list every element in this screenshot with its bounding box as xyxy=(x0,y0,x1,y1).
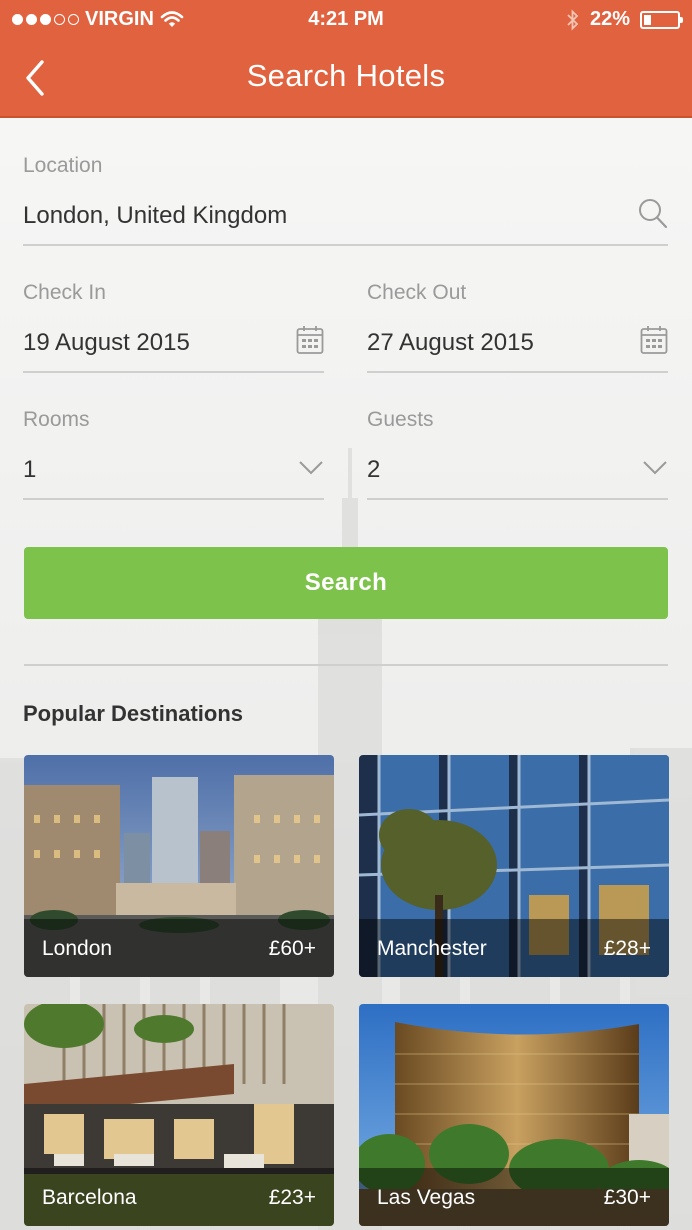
location-underline xyxy=(23,244,668,246)
status-bar: VIRGIN 4:21 PM 22% xyxy=(0,0,692,40)
calendar-icon[interactable] xyxy=(296,325,324,360)
destination-card-barcelona[interactable]: Barcelona £23+ xyxy=(24,1004,334,1226)
destination-price: £23+ xyxy=(268,1186,316,1209)
guests-value[interactable]: 2 xyxy=(367,456,380,484)
rooms-value[interactable]: 1 xyxy=(23,456,36,484)
chevron-down-icon[interactable] xyxy=(298,460,324,481)
check-in-underline xyxy=(23,371,324,373)
battery-icon xyxy=(640,10,683,29)
battery-percent: 22% xyxy=(589,8,630,30)
page-title: Search Hotels xyxy=(246,58,446,93)
destination-card-london[interactable]: London £60+ xyxy=(24,755,334,977)
destination-name: London xyxy=(42,937,113,960)
rooms-underline xyxy=(23,498,324,500)
rooms-select[interactable]: Rooms 1 xyxy=(23,408,324,500)
popular-destinations-title: Popular Destinations xyxy=(23,701,244,726)
destination-card-manchester[interactable]: Manchester £28+ xyxy=(359,755,669,977)
check-in-value[interactable]: 19 August 2015 xyxy=(23,329,190,357)
search-form: Location London, United Kingdom Check In… xyxy=(0,118,692,1230)
check-out-field[interactable]: Check Out 27 August 2015 xyxy=(367,281,668,373)
destination-price: £28+ xyxy=(603,937,651,960)
destination-price: £30+ xyxy=(603,1186,651,1209)
check-out-label: Check Out xyxy=(367,281,467,304)
destination-name: Las Vegas xyxy=(377,1186,476,1209)
battery-fill xyxy=(644,14,652,25)
bluetooth-icon xyxy=(566,8,580,31)
calendar-icon[interactable] xyxy=(640,325,668,360)
check-in-label: Check In xyxy=(23,281,106,304)
check-in-field[interactable]: Check In 19 August 2015 xyxy=(23,281,324,373)
section-divider xyxy=(24,664,668,666)
location-input[interactable]: London, United Kingdom xyxy=(23,202,287,230)
location-label: Location xyxy=(23,154,103,177)
check-out-underline xyxy=(367,371,668,373)
app-header: VIRGIN 4:21 PM 22% Search Hotels xyxy=(0,0,692,118)
guests-underline xyxy=(367,498,668,500)
chevron-down-icon[interactable] xyxy=(642,460,668,481)
location-field[interactable]: Location London, United Kingdom xyxy=(23,154,668,246)
search-button[interactable]: Search xyxy=(24,547,668,619)
status-right: 22% xyxy=(566,8,683,31)
destination-name: Barcelona xyxy=(42,1186,137,1209)
guests-label: Guests xyxy=(367,408,434,431)
destination-name: Manchester xyxy=(377,937,487,960)
search-icon[interactable] xyxy=(638,198,668,235)
check-out-value[interactable]: 27 August 2015 xyxy=(367,329,534,357)
destination-price: £60+ xyxy=(268,937,316,960)
guests-select[interactable]: Guests 2 xyxy=(367,408,668,500)
destination-card-las-vegas[interactable]: Las Vegas £30+ xyxy=(359,1004,669,1226)
rooms-label: Rooms xyxy=(23,408,90,431)
